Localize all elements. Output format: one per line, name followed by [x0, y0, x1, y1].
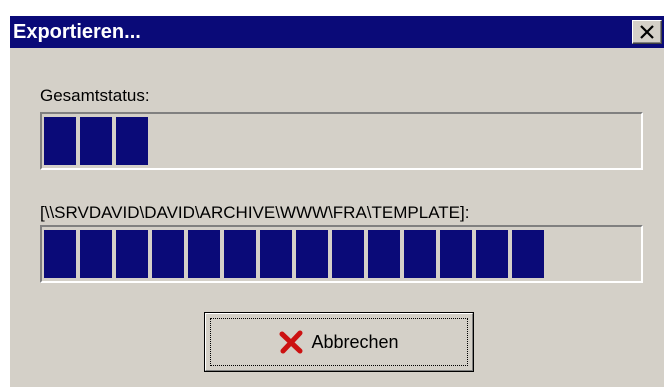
cancel-x-icon — [279, 330, 303, 354]
file-progress-block — [512, 230, 544, 278]
overall-progress-block — [116, 117, 148, 165]
file-progress-block — [332, 230, 364, 278]
file-progress-block — [476, 230, 508, 278]
file-progress-block — [116, 230, 148, 278]
file-progress-block — [44, 230, 76, 278]
cancel-button[interactable]: Abbrechen — [204, 312, 474, 372]
file-progress-block — [260, 230, 292, 278]
file-progress-bar — [40, 225, 643, 283]
file-progress-block — [224, 230, 256, 278]
close-icon — [640, 25, 654, 39]
file-progress-block — [440, 230, 472, 278]
file-progress-block — [152, 230, 184, 278]
window-title: Exportieren... — [13, 21, 141, 43]
overall-status-label: Gesamtstatus: — [40, 86, 150, 105]
file-progress-block — [404, 230, 436, 278]
file-progress-block — [188, 230, 220, 278]
file-progress-block — [368, 230, 400, 278]
close-button[interactable] — [632, 20, 662, 44]
file-path-label: [\\SRVDAVID\DAVID\ARCHIVE\WWW\FRA\TEMPLA… — [40, 203, 470, 222]
file-progress-block — [296, 230, 328, 278]
title-bar[interactable]: Exportieren... — [10, 16, 664, 48]
file-progress-block — [80, 230, 112, 278]
overall-progress-block — [44, 117, 76, 165]
overall-progress-bar — [40, 112, 643, 170]
overall-progress-block — [80, 117, 112, 165]
cancel-button-label: Abbrechen — [311, 331, 399, 352]
export-dialog: Exportieren... Gesamtstatus: [\\SRVDAVID… — [9, 15, 664, 387]
